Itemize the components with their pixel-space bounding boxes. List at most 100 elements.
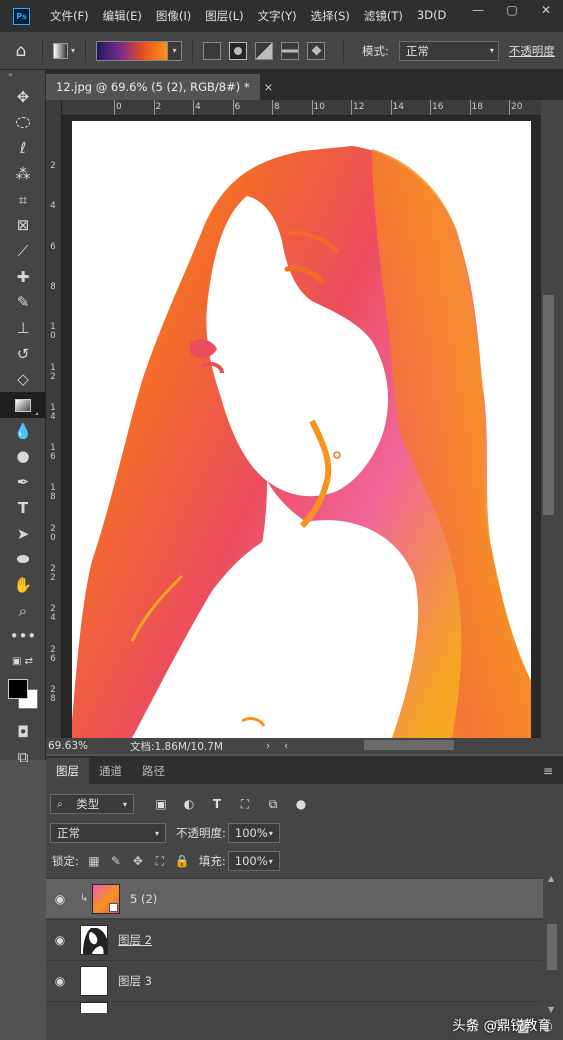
adjustment-filter-icon[interactable]: ◐: [180, 797, 198, 811]
menu-select[interactable]: 选择(S): [311, 8, 350, 24]
canvas-horizontal-scrollbar[interactable]: [284, 740, 544, 750]
fill-input[interactable]: 100% ▾: [227, 851, 280, 871]
maximize-button[interactable]: ▢: [495, 0, 529, 20]
reflected-gradient-button[interactable]: [281, 41, 299, 60]
lasso-tool-icon[interactable]: ℓ: [0, 135, 46, 161]
chevron-down-icon: ▾: [154, 828, 159, 838]
menu-image[interactable]: 图像(I): [156, 8, 191, 24]
menu-bar: Ps 文件(F) 编辑(E) 图像(I) 图层(L) 文字(Y) 选择(S) 滤…: [0, 0, 563, 32]
ruler-tick-label: 2: [155, 102, 162, 112]
layer-row[interactable]: ◉ 图层 2: [46, 919, 543, 959]
linear-gradient-button[interactable]: [203, 41, 221, 60]
more-tools-icon[interactable]: •••: [0, 623, 46, 649]
scrollbar-thumb[interactable]: [547, 924, 557, 970]
dodge-tool-icon[interactable]: ●: [0, 444, 46, 470]
document-canvas[interactable]: [72, 121, 531, 738]
layer-row[interactable]: ◉ 图层 3: [46, 960, 543, 1000]
layer-row[interactable]: ◉ ↳ 5 (2): [46, 878, 543, 918]
blend-opacity-row: 正常 ▾ 不透明度: 100% ▾: [46, 819, 563, 847]
document-size: 文档:1.86M/10.7M: [130, 740, 223, 753]
pen-tool-icon[interactable]: ✒: [0, 469, 46, 495]
layer-name[interactable]: 5 (2): [130, 892, 157, 906]
layer-filter-row: ⌕ 类型 ▾ ▣ ◐ T ⛶ ⧉ ●: [46, 790, 563, 818]
type-filter-icon[interactable]: T: [208, 797, 226, 811]
eraser-tool-icon[interactable]: ◇: [0, 367, 46, 393]
tool-preset-picker[interactable]: ▾: [53, 40, 75, 62]
lock-image-icon[interactable]: ✎: [109, 854, 123, 868]
swap-colors-icon[interactable]: ▣ ⇄: [0, 649, 46, 675]
zoom-level[interactable]: 69.63%: [46, 740, 118, 752]
layer-name[interactable]: 图层 3: [118, 973, 152, 989]
home-icon[interactable]: ⌂: [10, 40, 32, 62]
scrollbar-thumb[interactable]: [364, 740, 454, 750]
history-brush-tool-icon[interactable]: ↺: [0, 341, 46, 367]
menu-file[interactable]: 文件(F): [50, 8, 89, 24]
diamond-gradient-button[interactable]: [307, 41, 325, 60]
visibility-eye-icon[interactable]: ◉: [46, 974, 74, 988]
gradient-tool-icon[interactable]: [0, 392, 46, 418]
menu-filter[interactable]: 滤镜(T): [364, 8, 403, 24]
gradient-tool-preset-icon: [53, 42, 68, 59]
gradient-dropdown[interactable]: ▾: [168, 40, 182, 61]
eyedropper-tool-icon[interactable]: ⟋: [0, 238, 46, 264]
ruler-tick: [311, 100, 313, 115]
collapse-icon[interactable]: »: [0, 70, 45, 84]
marquee-tool-icon[interactable]: [0, 110, 46, 136]
menu-edit[interactable]: 编辑(E): [103, 8, 142, 24]
menu-3d[interactable]: 3D(D: [417, 8, 447, 24]
smart-object-filter-icon[interactable]: ⧉: [264, 797, 282, 812]
hand-tool-icon[interactable]: ✋: [0, 572, 46, 598]
opacity-label[interactable]: 不透明度: [509, 43, 555, 59]
panel-menu-icon[interactable]: ≡: [543, 764, 553, 778]
visibility-eye-icon[interactable]: ◉: [46, 933, 74, 947]
move-tool-icon[interactable]: ✥: [0, 84, 46, 110]
search-icon: ⌕: [57, 798, 63, 810]
layers-scrollbar[interactable]: ▲ ▼: [543, 874, 563, 1014]
quick-select-tool-icon[interactable]: ⁂: [0, 161, 46, 187]
tab-channels[interactable]: 通道: [89, 758, 132, 784]
scrollbar-thumb[interactable]: [543, 295, 554, 515]
screen-mode-icon[interactable]: ⧉: [0, 745, 46, 771]
opacity-input[interactable]: 100% ▾: [227, 823, 280, 843]
angle-gradient-button[interactable]: [255, 41, 273, 60]
photoshop-logo[interactable]: Ps: [13, 7, 30, 25]
quick-mask-icon[interactable]: ◘: [0, 719, 46, 745]
path-selection-tool-icon[interactable]: ➤: [0, 521, 46, 547]
menu-layer[interactable]: 图层(L): [205, 8, 243, 24]
blend-mode-select[interactable]: 正常 ▾: [50, 823, 166, 843]
ellipse-tool-icon[interactable]: ⬬: [0, 546, 46, 572]
type-tool-icon[interactable]: T: [0, 495, 46, 521]
shape-filter-icon[interactable]: ⛶: [236, 797, 254, 812]
filter-toggle-icon[interactable]: ●: [292, 797, 310, 811]
mode-select[interactable]: 正常 ▾: [398, 40, 499, 61]
crop-tool-icon[interactable]: ⌗: [0, 187, 46, 213]
canvas-area[interactable]: [62, 116, 541, 738]
close-icon[interactable]: ×: [264, 80, 274, 94]
gradient-preview[interactable]: [96, 40, 168, 61]
layer-name[interactable]: 图层 2: [118, 932, 152, 948]
radial-gradient-button[interactable]: [229, 41, 247, 60]
brush-tool-icon[interactable]: ✎: [0, 290, 46, 316]
document-tab[interactable]: 12.jpg @ 69.6% (5 (2), RGB/8#) * ×: [46, 74, 273, 100]
canvas-vertical-scrollbar[interactable]: [541, 100, 563, 738]
blur-tool-icon[interactable]: 💧: [0, 418, 46, 444]
layer-filter-select[interactable]: ⌕ 类型 ▾: [50, 794, 134, 814]
healing-brush-tool-icon[interactable]: ✚: [0, 264, 46, 290]
zoom-tool-icon[interactable]: ⌕: [0, 598, 46, 624]
tab-layers[interactable]: 图层: [46, 758, 89, 784]
visibility-eye-icon[interactable]: ◉: [46, 892, 74, 906]
scroll-up-icon[interactable]: ▲: [548, 874, 554, 883]
lock-position-icon[interactable]: ✥: [131, 854, 145, 868]
menu-type[interactable]: 文字(Y): [258, 8, 297, 24]
tab-paths[interactable]: 路径: [132, 758, 175, 784]
minimize-button[interactable]: —: [461, 0, 495, 20]
close-window-button[interactable]: ✕: [529, 0, 563, 20]
foreground-color-swatch[interactable]: [8, 678, 28, 699]
lock-all-icon[interactable]: 🔒: [175, 854, 190, 868]
chevron-right-icon[interactable]: ›: [266, 740, 270, 752]
lock-artboard-icon[interactable]: ⛶: [153, 854, 167, 869]
image-filter-icon[interactable]: ▣: [152, 797, 170, 811]
clone-stamp-tool-icon[interactable]: ⊥: [0, 315, 46, 341]
lock-transparency-icon[interactable]: ▦: [87, 854, 101, 868]
frame-tool-icon[interactable]: ⊠: [0, 212, 46, 238]
